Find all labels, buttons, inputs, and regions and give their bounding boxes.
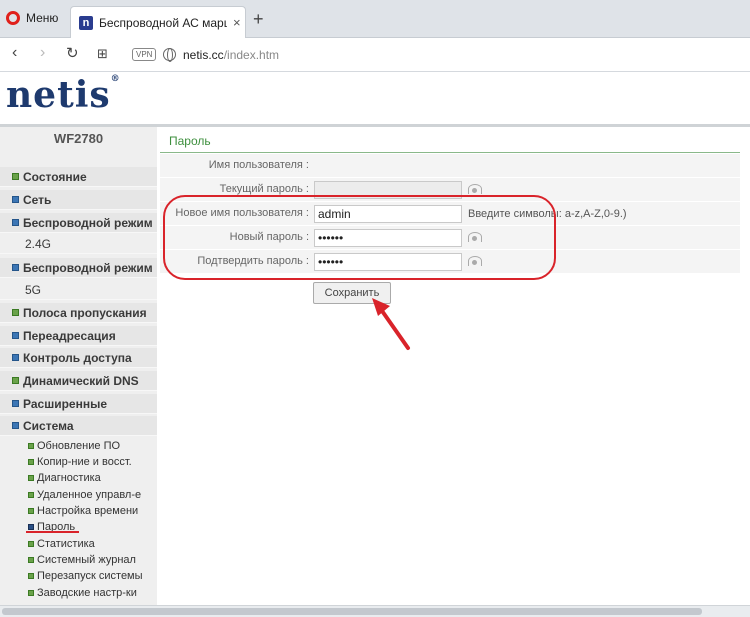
tab-close-icon[interactable]: × [233,15,241,30]
menu-bullet-icon [12,219,19,226]
red-arrow-icon [372,298,410,350]
sidebar-item-bandwidth[interactable]: Полоса пропускания [0,303,157,323]
opera-menu-button[interactable]: Меню [6,11,58,25]
sidebar-item-access-control[interactable]: Контроль доступа [0,348,157,368]
submenu-bullet-icon [28,557,34,563]
netis-logo: netis® [6,74,121,116]
submenu-bullet-icon [28,573,34,579]
sidebar-subitem-firmware[interactable]: Обновление ПО [28,438,120,454]
new-tab-button[interactable]: + [253,9,264,30]
address-bar: ‹ › ↻ ⊞ VPN netis.cc/index.htm [0,38,750,72]
submenu-bullet-icon [28,541,34,547]
menu-bullet-icon [12,377,19,384]
sidebar-item-advanced[interactable]: Расширенные [0,394,157,414]
sidebar-item-status[interactable]: Состояние [0,167,157,187]
url-host: netis.cc [183,48,224,62]
brand-header: netis® [0,72,750,125]
opera-logo-icon [6,11,20,25]
username-row: Имя пользователя : [160,154,740,178]
menu-bullet-icon [12,400,19,407]
highlight-oval [163,195,556,280]
sidebar-item-5g[interactable]: 5G [0,280,157,300]
sidebar-subitem-reboot[interactable]: Перезапуск системы [28,568,143,584]
sidebar-item-system[interactable]: Система [0,416,157,436]
menu-bullet-icon [12,422,19,429]
submenu-bullet-icon [28,524,34,530]
sidebar-subitem-statistics[interactable]: Статистика [28,536,95,552]
sidebar-item-forwarding[interactable]: Переадресация [0,326,157,346]
menu-bullet-icon [12,354,19,361]
netis-favicon-icon: n [79,15,93,30]
eye-icon[interactable] [468,184,482,194]
sidebar-item-24g[interactable]: 2.4G [0,234,157,254]
model-name: WF2780 [53,131,104,146]
submenu-bullet-icon [28,492,34,498]
username-label: Имя пользователя : [208,159,309,171]
reload-icon[interactable]: ↻ [66,44,79,62]
submenu-bullet-icon [28,508,34,514]
sidebar-item-ddns[interactable]: Динамический DNS [0,371,157,391]
scrollbar-thumb[interactable] [2,608,702,615]
globe-icon [163,48,176,62]
submenu-bullet-icon [28,443,34,449]
sidebar: WF2780 Состояние Сеть Беспроводной режим… [0,127,157,605]
sidebar-subitem-remote[interactable]: Удаленное управл-е [28,487,141,503]
current-password-label: Текущий пароль : [219,183,309,195]
horizontal-scrollbar[interactable] [0,605,750,617]
submenu-bullet-icon [28,475,34,481]
menu-label: Меню [26,11,59,25]
sidebar-subitem-backup[interactable]: Копир-ние и восст. [28,454,132,470]
menu-bullet-icon [12,309,19,316]
menu-bullet-icon [12,332,19,339]
sidebar-item-wireless-24[interactable]: Беспроводной режим [0,213,157,233]
sidebar-subitem-syslog[interactable]: Системный журнал [28,552,136,568]
page-title: Пароль [160,127,740,153]
browser-tab-bar: Меню n Беспроводной АС маршр × + [0,0,750,38]
forward-icon[interactable]: › [40,44,45,62]
submenu-bullet-icon [28,590,34,596]
submenu-bullet-icon [28,459,34,465]
url-path: /index.htm [223,48,280,62]
menu-bullet-icon [12,264,19,271]
speed-dial-icon[interactable]: ⊞ [97,46,108,62]
active-item-underline [26,531,79,533]
sidebar-item-wireless-5[interactable]: Беспроводной режим [0,258,157,278]
back-icon[interactable]: ‹ [12,44,17,62]
url-field[interactable]: netis.cc/index.htm [183,48,279,62]
menu-bullet-icon [12,196,19,203]
browser-tab[interactable]: n Беспроводной АС маршр × [70,6,246,38]
tab-title: Беспроводной АС маршр [99,15,227,30]
vpn-badge[interactable]: VPN [132,48,157,61]
sidebar-subitem-factory-reset[interactable]: Заводские настр-ки [28,585,137,601]
sidebar-subitem-time[interactable]: Настройка времени [28,503,138,519]
sidebar-item-network[interactable]: Сеть [0,190,157,210]
menu-bullet-icon [12,173,19,180]
sidebar-subitem-diagnostics[interactable]: Диагностика [28,470,101,486]
